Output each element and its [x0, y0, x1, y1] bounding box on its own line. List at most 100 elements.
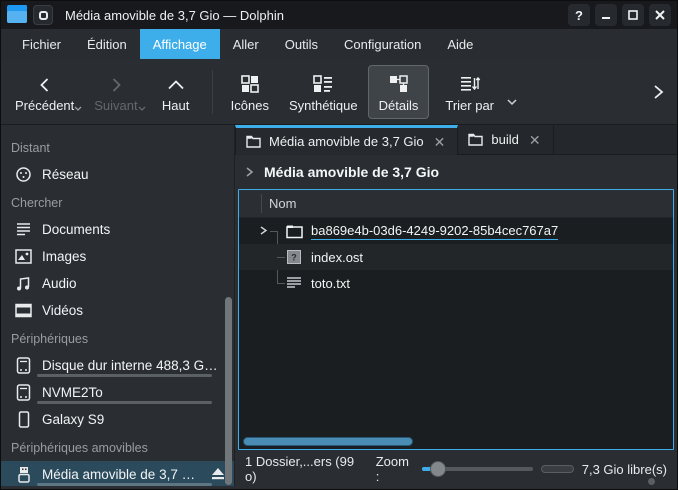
usb-stick-icon	[15, 466, 32, 483]
column-separator	[261, 194, 262, 213]
network-icon	[15, 166, 32, 183]
sidebar-item-audio[interactable]: Audio	[1, 270, 234, 297]
folder-icon	[285, 222, 303, 240]
free-space-bar	[541, 465, 574, 473]
chevron-right-icon	[107, 72, 125, 94]
chevron-up-icon	[166, 72, 186, 94]
view-header[interactable]: Nom	[239, 190, 673, 218]
hard-drive-icon	[15, 357, 32, 374]
tab-build[interactable]: build ✕	[458, 125, 553, 154]
menu-bar: Fichier Édition Affichage Aller Outils C…	[1, 29, 677, 59]
file-rows: ba869e4b-03d6-4249-9202-85b4cec767a7 ? i…	[239, 218, 673, 296]
expand-chevron-icon[interactable]	[259, 224, 268, 239]
file-row-index-ost[interactable]: ? index.ost	[239, 244, 673, 270]
menu-aller[interactable]: Aller	[220, 29, 272, 59]
resize-grip[interactable]	[648, 478, 655, 485]
sidebar-item-documents[interactable]: Documents	[1, 216, 234, 243]
tab-close-icon[interactable]: ✕	[432, 135, 448, 149]
zoom-label: Zoom :	[376, 454, 415, 484]
help-button[interactable]: ?	[568, 4, 590, 26]
sort-icon	[459, 72, 481, 94]
sidebar-item-reseau[interactable]: Réseau	[1, 161, 234, 188]
status-bar: 1 Dossier,...ers (99 o) Zoom : 7,3 Gio l…	[235, 452, 677, 486]
hard-drive-icon	[15, 384, 32, 401]
sidebar-item-videos[interactable]: Vidéos	[1, 297, 234, 324]
toolbar-separator	[212, 70, 213, 114]
breadcrumb[interactable]: Média amovible de 3,7 Gio	[235, 155, 677, 189]
section-header-peripheriques: Périphériques	[1, 324, 234, 352]
main-content: Média amovible de 3,7 Gio ✕ build ✕ Médi…	[235, 125, 677, 486]
minimize-icon	[600, 9, 612, 21]
menu-fichier[interactable]: Fichier	[9, 29, 74, 59]
eject-icon[interactable]	[210, 467, 226, 483]
disk-usage-bar	[37, 374, 212, 377]
sidebar-item-galaxy-s9[interactable]: Galaxy S9	[1, 406, 234, 433]
dolphin-window: Média amovible de 3,7 Gio — Dolphin ? Fi…	[0, 0, 678, 490]
close-button[interactable]	[649, 4, 671, 26]
music-note-icon	[15, 275, 32, 292]
back-button[interactable]: Précédent	[5, 66, 84, 118]
menu-aide[interactable]: Aide	[434, 29, 486, 59]
menu-configuration[interactable]: Configuration	[331, 29, 434, 59]
sort-by-button[interactable]: Trier par	[435, 66, 504, 118]
tab-media-amovible[interactable]: Média amovible de 3,7 Gio ✕	[235, 125, 458, 155]
window-menu-button[interactable]	[33, 5, 53, 25]
chevron-right-icon	[245, 166, 254, 178]
details-view-icon	[388, 72, 410, 94]
details-view-button[interactable]: Détails	[368, 65, 430, 119]
file-name[interactable]: toto.txt	[311, 276, 350, 291]
window-title: Média amovible de 3,7 Gio — Dolphin	[65, 8, 284, 23]
toolbar-overflow-button[interactable]	[651, 83, 665, 101]
disk-usage-bar	[37, 401, 212, 404]
zoom-slider[interactable]	[422, 460, 533, 478]
places-panel: Distant Réseau Chercher Documents Images	[1, 125, 235, 486]
tree-line	[277, 283, 285, 284]
svg-text:?: ?	[291, 253, 297, 263]
column-header-nom[interactable]: Nom	[269, 196, 296, 211]
smartphone-icon	[15, 411, 32, 428]
minimize-button[interactable]	[595, 4, 617, 26]
file-row-toto-txt[interactable]: toto.txt	[239, 270, 673, 296]
tree-line	[270, 231, 278, 232]
sidebar-item-media-amovible[interactable]: Média amovible de 3,7 …	[1, 461, 234, 486]
folder-view[interactable]: Nom ba869e4b-03d6-4249-9202-85b4cec767a7	[238, 189, 674, 450]
disk-usage-bar	[37, 483, 212, 486]
file-row-folder[interactable]: ba869e4b-03d6-4249-9202-85b4cec767a7	[239, 218, 673, 244]
file-name[interactable]: index.ost	[311, 250, 363, 265]
file-name[interactable]: ba869e4b-03d6-4249-9202-85b4cec767a7	[311, 223, 558, 240]
close-icon	[654, 9, 666, 21]
menu-edition[interactable]: Édition	[74, 29, 140, 59]
section-header-chercher: Chercher	[1, 188, 234, 216]
section-header-amovibles: Périphériques amovibles	[1, 433, 234, 461]
up-button[interactable]: Haut	[148, 66, 204, 118]
unknown-file-icon: ?	[285, 248, 303, 266]
title-bar[interactable]: Média amovible de 3,7 Gio — Dolphin ?	[1, 1, 677, 29]
sidebar-item-images[interactable]: Images	[1, 243, 234, 270]
folder-icon	[246, 135, 261, 148]
sidebar-scrollbar[interactable]	[225, 297, 232, 485]
sidebar-item-disque-interne[interactable]: Disque dur interne 488,3 G…	[1, 352, 234, 379]
sort-dropdown-chevron-icon[interactable]	[506, 98, 518, 106]
icons-view-icon	[240, 72, 260, 94]
app-folder-icon	[7, 7, 27, 23]
tab-close-icon[interactable]: ✕	[527, 133, 543, 147]
image-icon	[15, 248, 32, 265]
items-summary: 1 Dossier,...ers (99 o)	[245, 454, 364, 484]
text-file-icon	[285, 274, 303, 292]
chevron-left-icon	[36, 72, 54, 94]
tab-bar: Média amovible de 3,7 Gio ✕ build ✕	[235, 125, 677, 155]
horizontal-scrollbar[interactable]	[243, 437, 413, 446]
menu-affichage[interactable]: Affichage	[140, 29, 220, 59]
slider-knob[interactable]	[430, 461, 446, 477]
maximize-button[interactable]	[622, 4, 644, 26]
section-header-distant: Distant	[1, 133, 234, 161]
compact-view-button[interactable]: Synthétique	[279, 66, 368, 118]
sidebar-item-nvme2to[interactable]: NVME2To	[1, 379, 234, 406]
free-space-label: 7,3 Gio libre(s)	[582, 462, 667, 477]
tree-line	[277, 257, 285, 258]
menu-outils[interactable]: Outils	[272, 29, 331, 59]
icons-view-button[interactable]: Icônes	[221, 66, 279, 118]
breadcrumb-location[interactable]: Média amovible de 3,7 Gio	[264, 164, 439, 180]
forward-button[interactable]: Suivant	[84, 66, 147, 118]
toolbar: Précédent Suivant Haut	[1, 59, 677, 125]
